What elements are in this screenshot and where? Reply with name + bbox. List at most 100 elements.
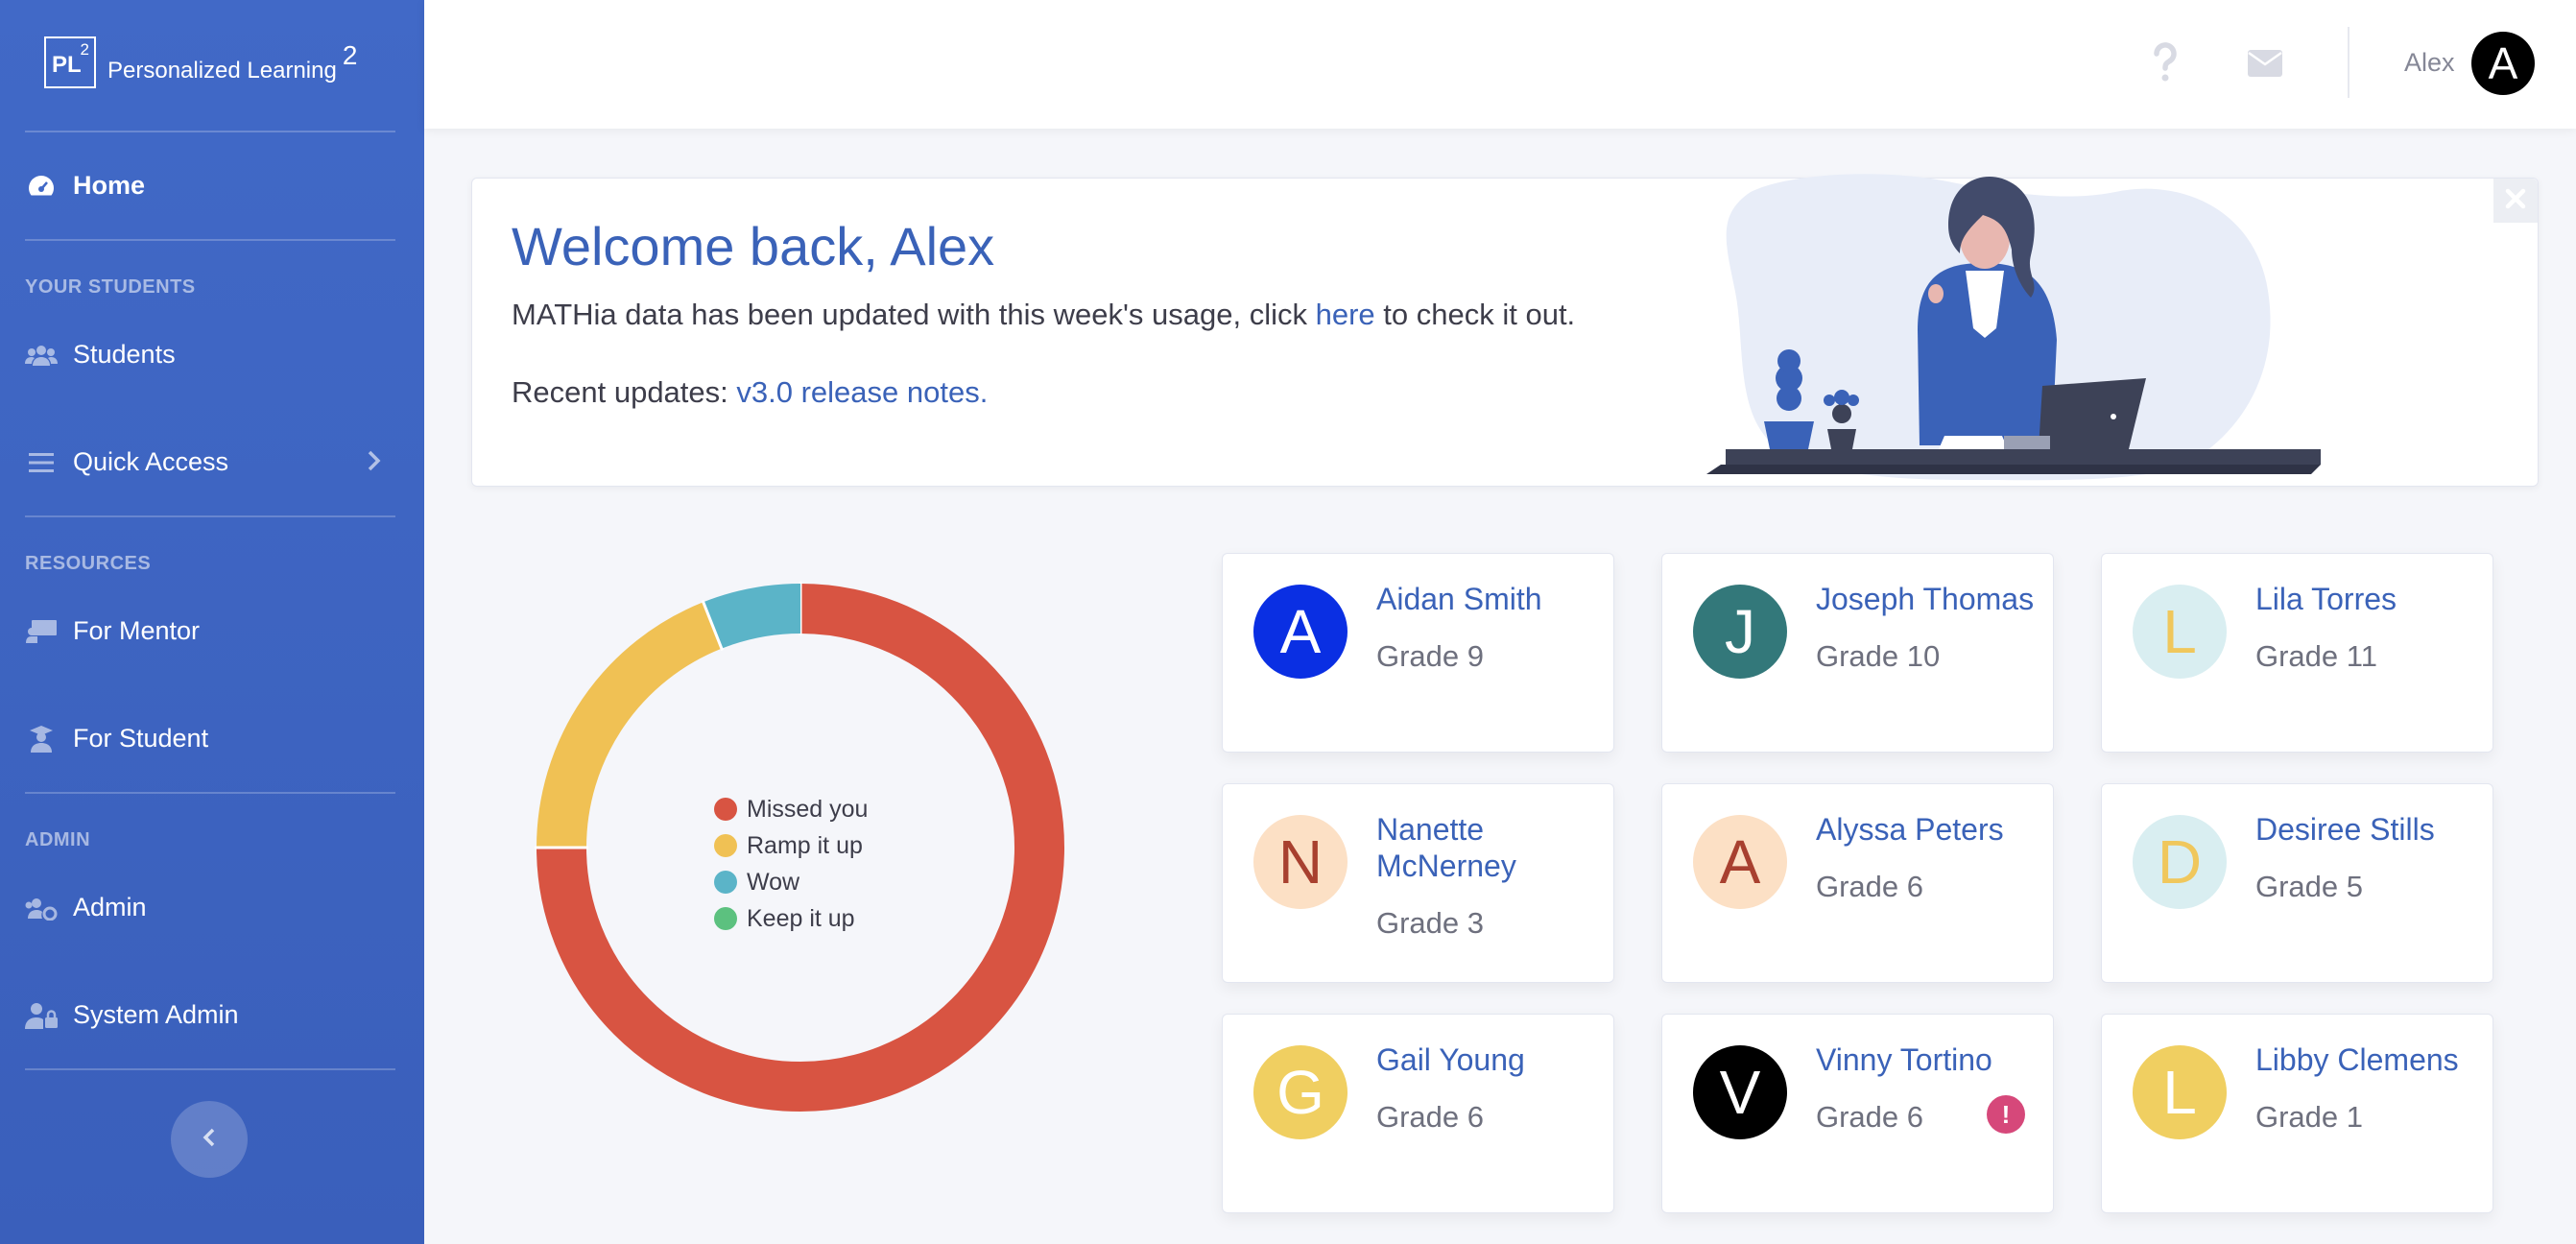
chart-legend: Missed you Ramp it up Wow Keep it up xyxy=(714,791,868,937)
chevron-left-icon xyxy=(203,1127,216,1153)
student-avatar: D xyxy=(2133,815,2227,909)
sidebar-item-for-mentor[interactable]: For Mentor xyxy=(25,616,200,646)
sidebar-item-label: For Student xyxy=(73,724,209,753)
recent-updates: Recent updates: v3.0 release notes. xyxy=(512,375,988,410)
legend-swatch xyxy=(714,798,737,821)
sidebar-item-for-student[interactable]: For Student xyxy=(25,724,208,754)
legend-label: Missed you xyxy=(747,795,869,823)
sidebar-item-home[interactable]: Home xyxy=(25,171,145,201)
student-card[interactable]: A Alyssa Peters Grade 6 xyxy=(1661,783,2054,983)
student-name[interactable]: Aidan Smith xyxy=(1376,581,1597,617)
sidebar-collapse-button[interactable] xyxy=(171,1101,248,1178)
student-grade: Grade 9 xyxy=(1376,639,1485,673)
student-info: Alyssa Peters Grade 6 xyxy=(1816,811,2037,905)
release-notes-link[interactable]: v3.0 release notes. xyxy=(736,375,988,409)
legend-item[interactable]: Ramp it up xyxy=(714,827,868,864)
help-icon[interactable] xyxy=(2152,42,2179,89)
student-name[interactable]: Joseph Thomas xyxy=(1816,581,2037,617)
sidebar-divider xyxy=(25,131,395,132)
student-info: Joseph Thomas Grade 10 xyxy=(1816,581,2037,675)
student-card[interactable]: L Lila Torres Grade 11 xyxy=(2101,553,2493,753)
student-avatar: L xyxy=(2133,585,2227,679)
recent-updates-label: Recent updates: xyxy=(512,375,737,409)
close-icon xyxy=(2505,188,2526,214)
student-card[interactable]: V Vinny Tortino Grade 6! xyxy=(1661,1014,2054,1213)
legend-swatch xyxy=(714,871,737,894)
legend-label: Ramp it up xyxy=(747,831,863,859)
student-name[interactable]: Nanette McNerney xyxy=(1376,811,1597,884)
user-avatar[interactable]: A xyxy=(2471,32,2535,95)
sidebar-divider xyxy=(25,239,395,241)
student-avatar: G xyxy=(1253,1045,1348,1139)
student-card[interactable]: L Libby Clemens Grade 1 xyxy=(2101,1014,2493,1213)
student-info: Libby Clemens Grade 1 xyxy=(2255,1041,2476,1136)
users-cog-icon xyxy=(25,896,58,921)
sidebar: PL 2 Personalized Learning 2 Home YOUR S… xyxy=(0,0,424,1244)
chalkboard-icon xyxy=(25,619,58,643)
student-info: Desiree Stills Grade 5 xyxy=(2255,811,2476,905)
section-heading-resources: RESOURCES xyxy=(25,553,152,574)
student-grade: Grade 5 xyxy=(2255,870,2364,903)
sidebar-divider xyxy=(25,1068,395,1070)
brand-sup: 2 xyxy=(342,40,358,70)
student-name[interactable]: Libby Clemens xyxy=(2255,1041,2476,1078)
list-icon xyxy=(25,452,58,473)
sidebar-item-label: For Mentor xyxy=(73,616,201,645)
student-avatar: V xyxy=(1693,1045,1787,1139)
student-card[interactable]: A Aidan Smith Grade 9 xyxy=(1222,553,1614,753)
legend-item[interactable]: Missed you xyxy=(714,791,868,827)
legend-swatch xyxy=(714,907,737,930)
donut-slice-ramp-it-up[interactable] xyxy=(537,602,723,849)
user-name[interactable]: Alex xyxy=(2404,48,2455,78)
sidebar-divider xyxy=(25,792,395,794)
brand-name: Personalized Learning xyxy=(107,58,337,84)
student-icon xyxy=(25,725,58,753)
logo-sup: 2 xyxy=(80,40,89,59)
topbar-divider xyxy=(2348,27,2349,98)
user-lock-icon xyxy=(25,1002,58,1029)
student-avatar: A xyxy=(1693,815,1787,909)
student-avatar: L xyxy=(2133,1045,2227,1139)
sidebar-item-label: Quick Access xyxy=(73,447,229,476)
sidebar-item-label: Students xyxy=(73,340,176,369)
student-grade: Grade 11 xyxy=(2255,639,2377,673)
brand-logo[interactable]: PL 2 Personalized Learning 2 xyxy=(44,36,357,88)
student-info: Aidan Smith Grade 9 xyxy=(1376,581,1597,675)
dashboard-icon xyxy=(25,172,58,201)
sidebar-item-quick-access[interactable]: Quick Access xyxy=(25,447,228,477)
student-avatar: N xyxy=(1253,815,1348,909)
alert-icon[interactable]: ! xyxy=(1987,1095,2025,1134)
student-card[interactable]: N Nanette McNerney Grade 3 xyxy=(1222,783,1614,983)
sidebar-item-admin[interactable]: Admin xyxy=(25,893,147,922)
envelope-icon[interactable] xyxy=(2248,50,2282,82)
logo-text: PL xyxy=(52,52,82,78)
here-link[interactable]: here xyxy=(1316,298,1375,331)
student-info: Nanette McNerney Grade 3 xyxy=(1376,811,1597,942)
topbar: Alex A xyxy=(424,0,2576,129)
sidebar-item-label: System Admin xyxy=(73,1000,239,1029)
update-message: MATHia data has been updated with this w… xyxy=(512,298,1575,332)
sidebar-item-system-admin[interactable]: System Admin xyxy=(25,1000,239,1030)
student-name[interactable]: Alyssa Peters xyxy=(1816,811,2037,848)
pl-logo: PL 2 xyxy=(44,36,96,88)
sidebar-item-label: Home xyxy=(73,171,146,200)
student-name[interactable]: Desiree Stills xyxy=(2255,811,2476,848)
student-grade: Grade 3 xyxy=(1376,906,1485,940)
update-text-tail: to check it out. xyxy=(1374,298,1576,331)
legend-item[interactable]: Wow xyxy=(714,864,868,900)
sidebar-item-students[interactable]: Students xyxy=(25,340,176,370)
sidebar-divider xyxy=(25,515,395,517)
student-card[interactable]: D Desiree Stills Grade 5 xyxy=(2101,783,2493,983)
student-card[interactable]: J Joseph Thomas Grade 10 xyxy=(1661,553,2054,753)
student-name[interactable]: Gail Young xyxy=(1376,1041,1597,1078)
close-button[interactable] xyxy=(2493,179,2538,223)
chevron-right-icon[interactable] xyxy=(367,449,382,477)
student-name[interactable]: Lila Torres xyxy=(2255,581,2476,617)
donut-slice-wow[interactable] xyxy=(703,584,801,649)
student-card[interactable]: G Gail Young Grade 6 xyxy=(1222,1014,1614,1213)
student-grade: Grade 10 xyxy=(1816,639,1941,673)
legend-item[interactable]: Keep it up xyxy=(714,900,868,937)
update-text: MATHia data has been updated with this w… xyxy=(512,298,1316,331)
student-name[interactable]: Vinny Tortino xyxy=(1816,1041,2037,1078)
section-heading-admin: ADMIN xyxy=(25,829,91,850)
